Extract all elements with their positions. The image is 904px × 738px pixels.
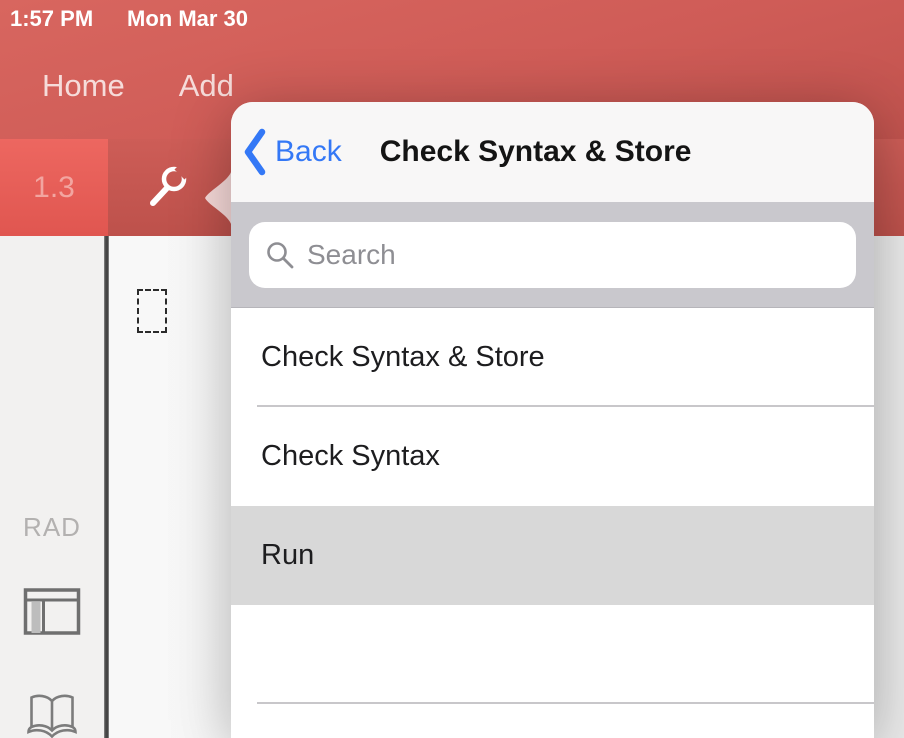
menu-item-check-syntax[interactable]: Check Syntax: [231, 407, 874, 506]
menu-item-label: Check Syntax & Store: [261, 341, 545, 374]
page-layout-button[interactable]: [24, 588, 81, 640]
status-date: Mon Mar 30: [127, 6, 248, 32]
catalog-book-icon: [26, 692, 78, 738]
status-bar: 1:57 PM Mon Mar 30: [0, 6, 904, 34]
search-field[interactable]: [249, 222, 856, 288]
menu-empty-row: [231, 605, 874, 704]
search-input[interactable]: [307, 239, 840, 271]
back-button-label: Back: [275, 135, 342, 169]
search-bar: [231, 202, 874, 308]
menu-item-label: Run: [261, 539, 314, 572]
catalog-button[interactable]: [26, 692, 78, 738]
nav-item-add[interactable]: Add: [179, 68, 234, 104]
row-separator: [257, 702, 874, 704]
menu-item-label: Check Syntax: [261, 440, 440, 473]
status-time: 1:57 PM: [10, 6, 93, 32]
app-screen: 1:57 PM Mon Mar 30 Home Add 1.3 RAD: [0, 0, 904, 738]
popover-title: Check Syntax & Store: [380, 135, 692, 169]
menu-item-run[interactable]: Run: [231, 506, 874, 605]
popover-arrow: [205, 160, 233, 236]
popover-header: Back Check Syntax & Store: [231, 102, 874, 202]
tools-button[interactable]: [139, 158, 195, 216]
nav-bar: Home Add: [42, 68, 234, 104]
search-icon: [265, 240, 295, 270]
angle-mode-indicator: RAD: [0, 512, 104, 543]
page-layout-icon: [24, 588, 81, 635]
sidebar: RAD: [0, 236, 104, 738]
page-gutter: [874, 236, 904, 738]
tools-popover: Back Check Syntax & Store Check Syntax &…: [231, 102, 874, 738]
menu-item-check-syntax-store[interactable]: Check Syntax & Store: [231, 308, 874, 407]
chevron-left-icon: [243, 128, 267, 176]
menu-list: Check Syntax & Store Check Syntax Run: [231, 308, 874, 738]
wrench-icon: [139, 158, 195, 216]
tab-active-page[interactable]: 1.3: [0, 139, 108, 236]
selection-cursor: [137, 289, 167, 333]
tab-label: 1.3: [33, 171, 75, 205]
back-button[interactable]: Back: [243, 128, 342, 176]
nav-item-home[interactable]: Home: [42, 68, 125, 104]
